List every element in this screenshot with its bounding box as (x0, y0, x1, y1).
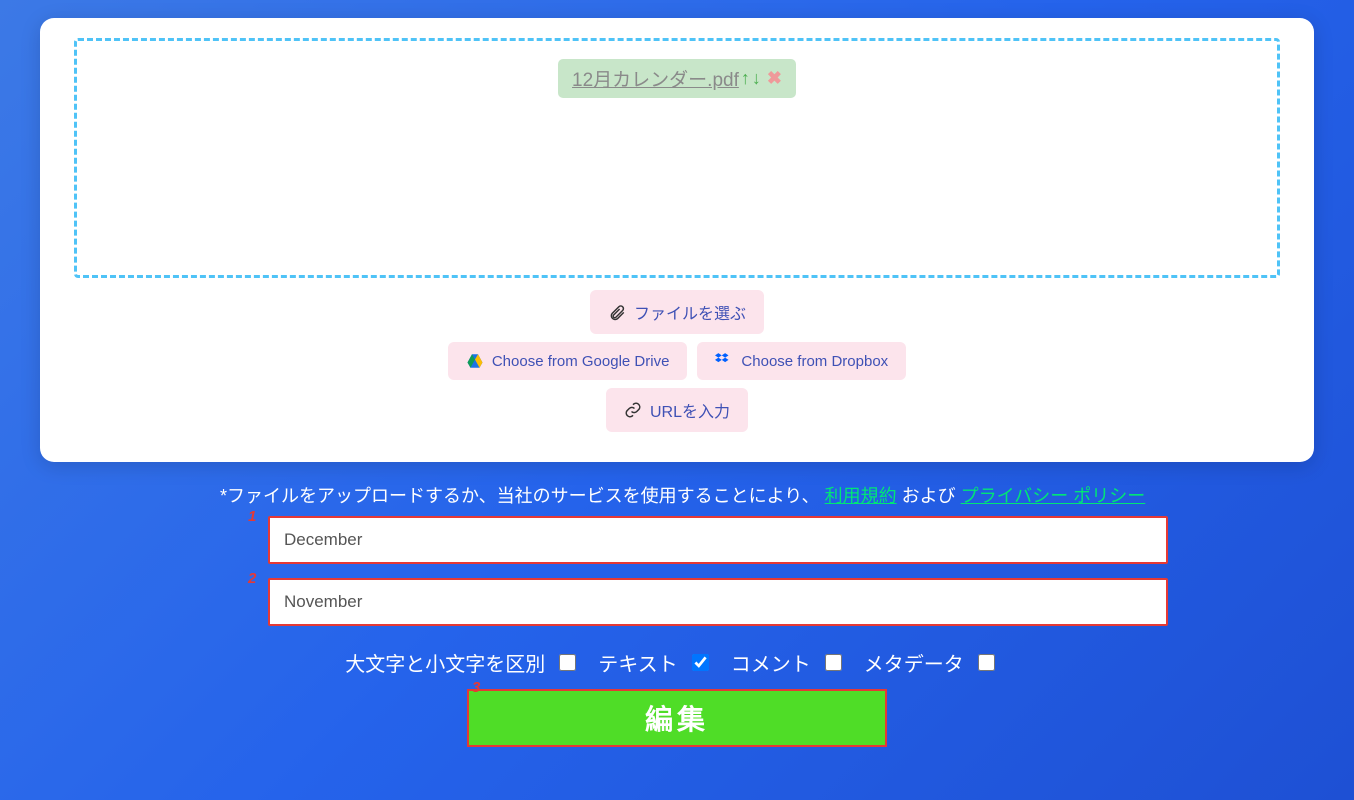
metadata-label: メタデータ (864, 648, 964, 677)
url-label: URLを入力 (650, 398, 730, 422)
move-down-icon[interactable]: ↓ (752, 68, 761, 89)
case-checkbox[interactable] (559, 654, 576, 671)
text-label: テキスト (598, 648, 677, 677)
case-label: 大文字と小文字を区別 (345, 648, 545, 677)
remove-file-icon[interactable]: ✖ (767, 68, 782, 89)
uploaded-file-name[interactable]: 12月カレンダー.pdf (572, 65, 739, 92)
text-checkbox[interactable] (692, 654, 709, 671)
replace-input[interactable] (268, 578, 1168, 626)
field-1-number: 1 (248, 508, 256, 525)
edit-button-row: 3 編集 (40, 689, 1314, 747)
dropbox-button[interactable]: Choose from Dropbox (697, 342, 906, 380)
move-up-icon[interactable]: ↑ (741, 68, 750, 89)
consent-prefix: *ファイルをアップロードするか、当社のサービスを使用することにより、 (220, 486, 820, 506)
choose-file-label: ファイルを選ぶ (634, 300, 746, 324)
choose-file-button[interactable]: ファイルを選ぶ (590, 290, 764, 334)
dropbox-icon (715, 352, 733, 370)
google-drive-label: Choose from Google Drive (492, 353, 670, 370)
dropzone[interactable]: 12月カレンダー.pdf ↑ ↓ ✖ (74, 38, 1280, 278)
consent-and: および (902, 486, 961, 506)
search-field-row: 1 (220, 516, 1314, 564)
consent-text: *ファイルをアップロードするか、当社のサービスを使用することにより、 利用規約 … (220, 482, 1314, 508)
link-icon (624, 401, 642, 419)
search-input[interactable] (268, 516, 1168, 564)
url-input-button[interactable]: URLを入力 (606, 388, 748, 432)
dropbox-label: Choose from Dropbox (741, 353, 888, 370)
cloud-row: Choose from Google Drive Choose from Dro… (74, 342, 1280, 380)
paperclip-icon (608, 303, 626, 321)
edit-number: 3 (472, 679, 480, 696)
options-row: 大文字と小文字を区別 テキスト コメント メタデータ (40, 648, 1314, 677)
google-drive-icon (466, 352, 484, 370)
replace-field-row: 2 (220, 578, 1314, 626)
url-row: URLを入力 (74, 388, 1280, 432)
metadata-checkbox[interactable] (978, 654, 995, 671)
choose-file-row: ファイルを選ぶ (74, 290, 1280, 334)
terms-link[interactable]: 利用規約 (825, 486, 897, 506)
comment-label: コメント (731, 648, 811, 677)
comment-checkbox[interactable] (825, 654, 842, 671)
edit-button[interactable]: 編集 (467, 689, 887, 747)
privacy-link[interactable]: プライバシー ポリシー (961, 486, 1146, 506)
uploaded-file-pill: 12月カレンダー.pdf ↑ ↓ ✖ (558, 59, 796, 98)
field-2-number: 2 (248, 570, 256, 587)
upload-card: 12月カレンダー.pdf ↑ ↓ ✖ ファイルを選ぶ Choose from G… (40, 18, 1314, 462)
google-drive-button[interactable]: Choose from Google Drive (448, 342, 688, 380)
